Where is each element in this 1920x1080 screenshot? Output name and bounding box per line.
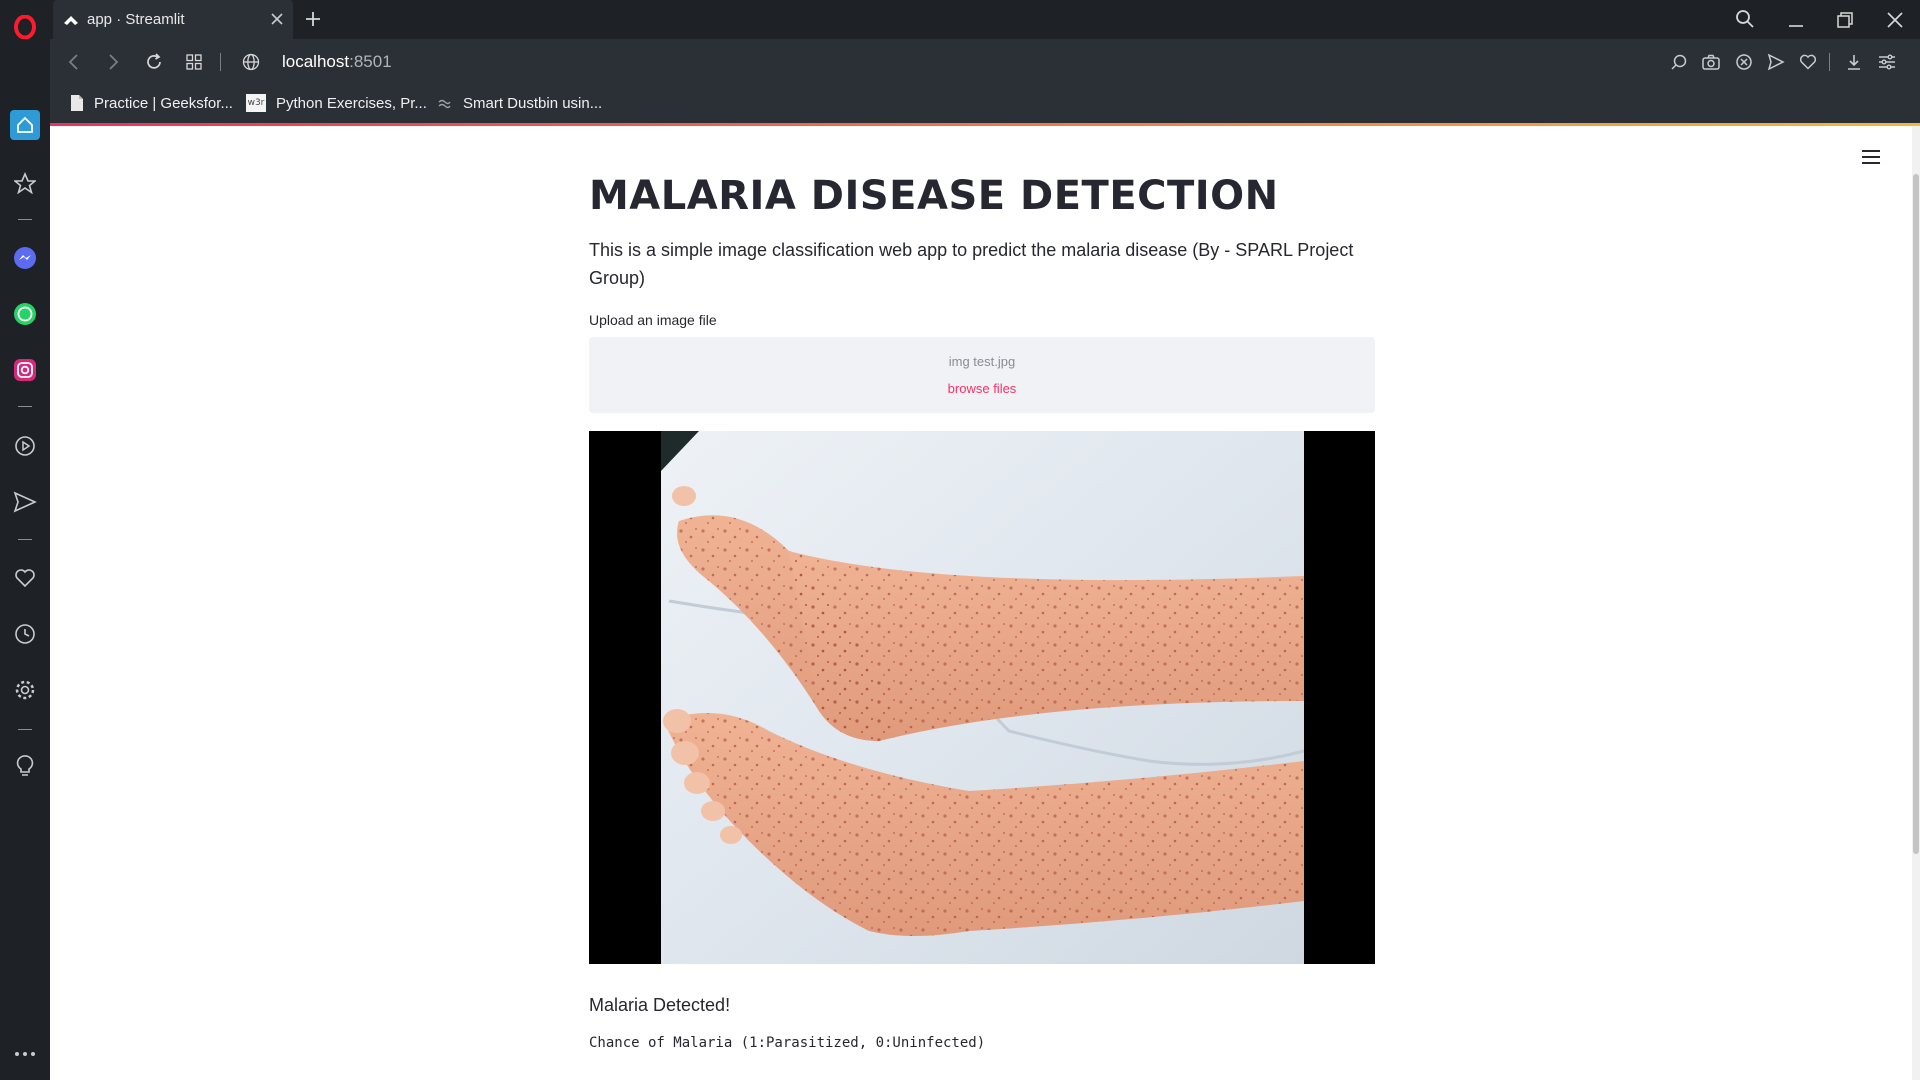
- globe-icon[interactable]: [240, 51, 262, 73]
- streamlit-app: MALARIA DISEASE DETECTION This is a simp…: [50, 126, 1920, 1080]
- tab-grid-icon[interactable]: [183, 51, 205, 73]
- close-window-icon[interactable]: [1882, 8, 1908, 32]
- toolbar-divider: [1829, 53, 1830, 71]
- sidebar-divider: [18, 729, 32, 730]
- menu-hamburger-icon[interactable]: [1862, 150, 1880, 164]
- upload-label: Upload an image file: [589, 312, 717, 328]
- prediction-result: Malaria Detected!: [589, 995, 731, 1015]
- back-icon[interactable]: [63, 51, 85, 73]
- wave-icon: [437, 94, 451, 112]
- document-icon: [70, 94, 84, 112]
- browser-address-bar: localhost:8501: [50, 39, 1920, 86]
- bulb-icon[interactable]: [0, 751, 50, 781]
- uploaded-image: [589, 431, 1375, 964]
- whatsapp-icon[interactable]: [0, 299, 50, 329]
- feet-rash-photo: [589, 431, 1375, 964]
- bookmark-label: Smart Dustbin usin...: [463, 94, 603, 112]
- home-icon[interactable]: [0, 108, 50, 142]
- history-icon[interactable]: [0, 619, 50, 649]
- malaria-chance-label: Chance of Malaria (1:Parasitized, 0:Unin…: [589, 1035, 986, 1051]
- opera-logo[interactable]: [0, 12, 50, 42]
- browser-sidebar: [0, 0, 50, 1080]
- page-title: MALARIA DISEASE DETECTION: [589, 173, 1279, 219]
- tab-title: app · Streamlit: [87, 11, 185, 28]
- bookmark-heart-icon[interactable]: [1797, 51, 1819, 73]
- bookmark-item[interactable]: Smart Dustbin usin...: [437, 94, 602, 112]
- flow-send-icon[interactable]: [1765, 51, 1787, 73]
- settings-icon[interactable]: [0, 675, 50, 705]
- reload-icon[interactable]: [143, 51, 165, 73]
- bookmark-label: Practice | Geeksfor...: [94, 94, 233, 112]
- messenger-icon[interactable]: [0, 243, 50, 273]
- app-description: This is a simple image classification we…: [589, 240, 1354, 288]
- sidebar-divider: [18, 539, 32, 540]
- uploaded-file-name: img test.jpg: [948, 354, 1016, 369]
- sidebar-divider: [18, 219, 32, 220]
- browse-files-button[interactable]: browse files: [948, 381, 1017, 396]
- browser-titlebar: app · Streamlit: [50, 0, 1920, 39]
- forward-icon[interactable]: [102, 51, 124, 73]
- adblock-icon[interactable]: [1733, 51, 1755, 73]
- address-input[interactable]: localhost:8501: [282, 52, 392, 72]
- address-divider: [220, 53, 221, 71]
- bookmark-item[interactable]: Practice | Geeksfor...: [70, 94, 233, 112]
- tab-close-icon[interactable]: [269, 11, 285, 32]
- new-tab-icon[interactable]: [302, 8, 324, 30]
- bookmarks-bar: Practice | Geeksfor... w3r Python Exerci…: [50, 86, 1920, 123]
- search-page-icon[interactable]: [1668, 51, 1690, 73]
- address-host: localhost: [282, 52, 350, 71]
- file-uploader-dropzone[interactable]: img test.jpg browse files: [589, 337, 1375, 413]
- w3r-icon: w3r: [246, 94, 266, 112]
- sidebar-divider: [18, 406, 32, 407]
- main-column: MALARIA DISEASE DETECTION This is a simp…: [589, 126, 1375, 1051]
- more-icon[interactable]: [0, 1039, 50, 1069]
- address-port: :8501: [349, 52, 392, 71]
- download-icon[interactable]: [1843, 51, 1865, 73]
- star-icon[interactable]: [0, 168, 50, 198]
- heart-icon[interactable]: [0, 563, 50, 593]
- player-icon[interactable]: [0, 431, 50, 461]
- send-icon[interactable]: [0, 487, 50, 517]
- easy-setup-icon[interactable]: [1876, 51, 1898, 73]
- scrollbar-thumb[interactable]: [1913, 174, 1919, 854]
- page-scrollbar[interactable]: [1912, 126, 1920, 1080]
- minimize-icon[interactable]: [1783, 8, 1809, 32]
- instagram-icon[interactable]: [0, 355, 50, 385]
- search-tabs-icon[interactable]: [1732, 6, 1758, 32]
- streamlit-favicon: [63, 13, 79, 27]
- camera-icon[interactable]: [1700, 51, 1722, 73]
- bookmark-label: Python Exercises, Pr...: [276, 94, 427, 112]
- bookmark-item[interactable]: w3r Python Exercises, Pr...: [246, 94, 427, 112]
- tab-streamlit[interactable]: app · Streamlit: [53, 0, 293, 39]
- restore-icon[interactable]: [1832, 8, 1858, 32]
